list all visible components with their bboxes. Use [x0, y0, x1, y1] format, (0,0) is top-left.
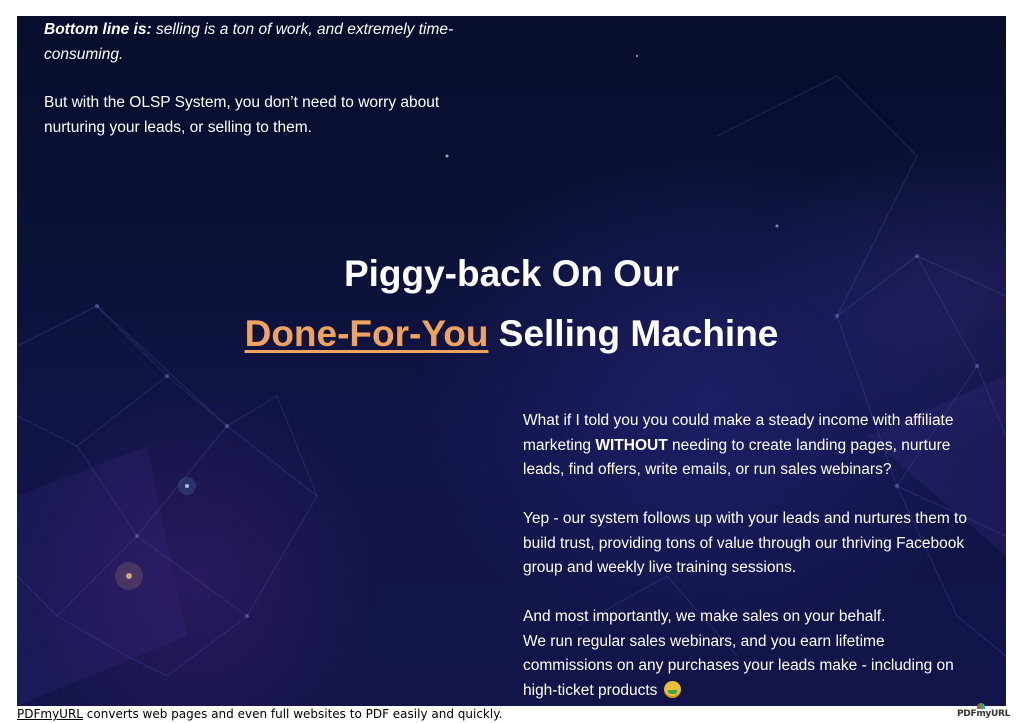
pdfmyurl-logo-text: PDFmyURL	[957, 709, 1011, 719]
pdfmyurl-logo-mark-icon	[977, 703, 985, 709]
money-mouth-face-icon	[663, 680, 681, 698]
body-text-column: What if I told you you could make a stea…	[523, 409, 978, 703]
headline-line-2: Done-For-You Selling Machine	[17, 304, 1006, 364]
pdfmyurl-link[interactable]: PDFmyURL	[17, 707, 83, 721]
intro-bold-lead: Bottom line is:	[44, 21, 152, 38]
pdfmyurl-footer: PDFmyURL converts web pages and even ful…	[17, 706, 502, 722]
intro-paragraph-2: But with the OLSP System, you don’t need…	[44, 94, 440, 136]
body-paragraph-2: Yep - our system follows up with your le…	[523, 510, 967, 576]
body-paragraph-3: And most importantly, we make sales on y…	[523, 605, 978, 703]
body-paragraph-1: What if I told you you could make a stea…	[523, 409, 978, 483]
section-headline: Piggy-back On Our Done-For-You Selling M…	[17, 244, 1006, 364]
page: Bottom line is: selling is a ton of work…	[0, 0, 1023, 723]
body-p3-line-2: We run regular sales webinars, and you e…	[523, 632, 954, 699]
footer-text: converts web pages and even full website…	[82, 707, 503, 721]
headline-accent-done-for-you: Done-For-You	[244, 313, 489, 354]
intro-paragraph-1: Bottom line is: selling is a ton of work…	[44, 18, 484, 67]
body-p3-line-1: And most importantly, we make sales on y…	[523, 608, 886, 625]
headline-line-2-rest: Selling Machine	[488, 313, 779, 354]
hero-section: Bottom line is: selling is a ton of work…	[17, 16, 1006, 706]
body-p1-bold: WITHOUT	[595, 436, 668, 454]
headline-line-1: Piggy-back On Our	[343, 253, 680, 294]
pdfmyurl-logo[interactable]: PDFmyURL	[957, 703, 1011, 722]
